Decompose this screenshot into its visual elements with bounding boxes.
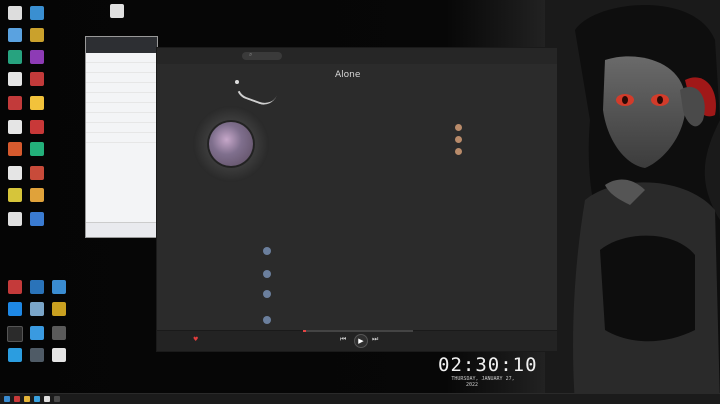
desktop-icon-grid [2,2,124,382]
previous-button[interactable]: ⏮ [340,335,346,344]
desktop-icon[interactable] [26,96,48,111]
similar-item[interactable] [455,148,545,156]
taskbar-app-icon[interactable] [24,396,30,402]
chat-line [607,211,613,217]
desktop-icon[interactable] [26,188,48,203]
avatar [455,136,462,143]
taskbar-app-icon[interactable] [44,396,50,402]
desktop-clock-widget: 02:30:10 THURSDAY, JANUARY 27, 2022 [438,354,538,388]
taskbar-app-icon[interactable] [34,396,40,402]
chat-line [607,187,613,193]
desktop-icon[interactable] [4,142,26,157]
live-chat-overlay [607,173,697,283]
chat-line [607,223,613,229]
player-topbar: ⌕ [157,48,557,64]
desktop-icon[interactable] [106,4,128,19]
chat-line [607,247,613,253]
desktop-icon[interactable] [26,28,48,43]
contact-row[interactable] [86,63,157,73]
desktop-icon[interactable] [4,280,26,295]
taskbar-app-icon[interactable] [54,396,60,402]
desktop-icon[interactable] [4,120,26,135]
song-title: Alone [335,70,361,80]
tonearm [232,73,280,109]
avatar [455,124,462,131]
desktop-icon[interactable] [4,348,26,363]
play-button[interactable]: ▶ [354,334,368,348]
avatar[interactable] [263,270,271,278]
avatar[interactable] [263,290,271,298]
desktop-icon[interactable] [4,28,26,43]
desktop-icon[interactable] [4,326,26,343]
contact-row[interactable] [86,123,157,133]
next-button[interactable]: ⏭ [372,335,378,344]
contact-row[interactable] [86,73,157,83]
desktop-icon[interactable] [4,96,26,111]
chat-line [607,271,613,277]
contact-row[interactable] [86,93,157,103]
desktop-icon[interactable] [48,326,70,341]
desktop-icon[interactable] [48,280,70,295]
chat-line [607,175,613,181]
desktop-icon[interactable] [26,72,48,87]
playback-progress[interactable] [303,330,413,332]
desktop-icon[interactable] [4,6,26,21]
start-icon[interactable] [4,396,10,402]
desktop-icon[interactable] [4,72,26,87]
clock-year: 2022 [466,382,479,388]
desktop-icon[interactable] [26,50,48,65]
desktop-icon[interactable] [26,142,48,157]
desktop-icon[interactable] [26,212,48,227]
desktop-icon[interactable] [26,302,48,317]
contact-row[interactable] [86,133,157,143]
desktop-icon[interactable] [26,166,48,181]
contact-row[interactable] [86,53,157,63]
taskbar [0,393,720,404]
chat-line [607,199,613,205]
like-icon[interactable]: ♥ [193,336,198,343]
desktop-icon[interactable] [26,326,48,341]
comment-item[interactable] [263,245,485,263]
music-player-window[interactable]: ⌕ Alone ♥ ⏮ ▶ ⏭ [156,47,558,352]
search-icon: ⌕ [249,51,253,58]
tonearm-pivot [235,80,239,84]
chat-line [607,259,613,265]
desktop-icon[interactable] [4,50,26,65]
clock-date: THURSDAY, JANUARY 27, [451,376,515,382]
desktop-icon[interactable] [26,6,48,21]
desktop-icon[interactable] [48,302,70,317]
desktop-icon[interactable] [4,302,26,317]
search-input[interactable] [242,52,282,60]
chat-window-header [86,37,157,53]
comment-item[interactable] [263,268,485,286]
contact-row[interactable] [86,103,157,113]
desktop-icon[interactable] [26,348,48,363]
desktop-icon[interactable] [4,188,26,203]
chat-window-footer [86,222,157,237]
comment-item[interactable] [263,288,485,306]
contact-row[interactable] [86,113,157,123]
taskbar-app-icon[interactable] [14,396,20,402]
desktop-icon[interactable] [4,212,26,227]
avatar[interactable] [263,316,271,324]
album-cover [209,122,253,166]
similar-item[interactable] [455,124,545,132]
avatar [455,148,462,155]
contact-row[interactable] [86,83,157,93]
desktop-icon[interactable] [48,348,70,363]
player-controls-bar: ♥ ⏮ ▶ ⏭ [157,330,557,351]
avatar[interactable] [263,247,271,255]
chat-contact-window[interactable] [85,36,158,238]
desktop-icon[interactable] [26,120,48,135]
chat-line [607,235,613,241]
desktop-icon[interactable] [4,166,26,181]
similar-item[interactable] [455,136,545,144]
desktop-icon[interactable] [26,280,48,295]
clock-time: 02:30:10 [438,354,538,376]
